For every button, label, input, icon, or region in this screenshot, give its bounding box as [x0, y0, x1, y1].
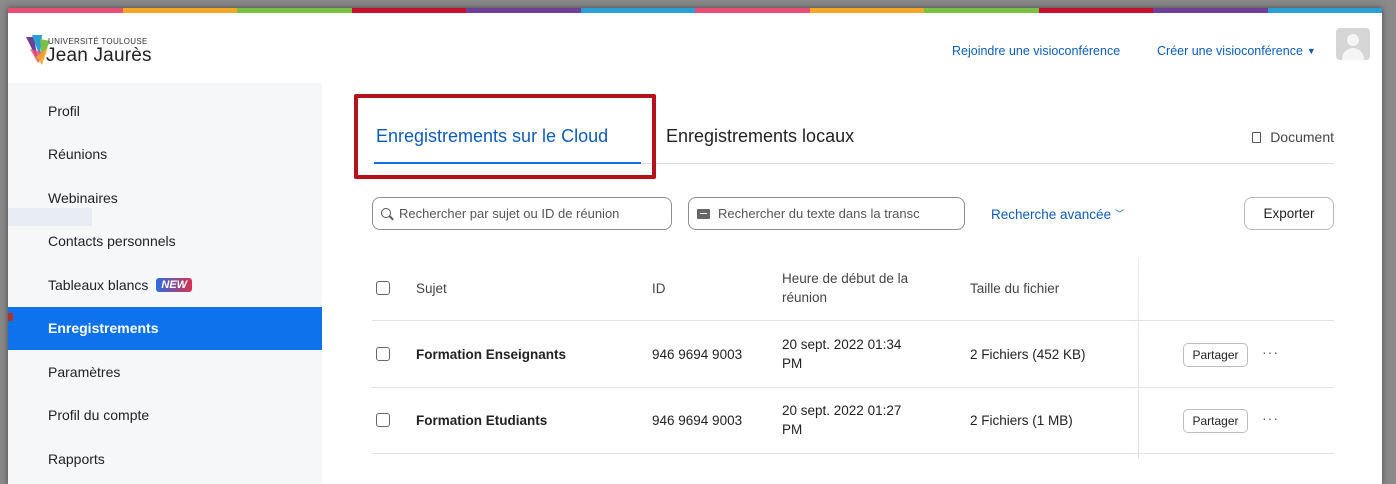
table-header-row: Sujet ID Heure de début de la réunion Ta…	[372, 256, 1334, 321]
document-icon	[1252, 131, 1262, 143]
header-subject[interactable]: Sujet	[416, 280, 447, 298]
sidebar-item-enregistrements[interactable]: Enregistrements	[8, 306, 322, 350]
start-time-line2: PM	[782, 422, 803, 437]
document-label: Document	[1270, 129, 1334, 145]
table-row: Formation Etudiants 946 9694 9003 20 sept.…	[372, 388, 1334, 454]
sidebar-item-label: Réunions	[48, 146, 108, 162]
app-window: UNIVERSITÉ TOULOUSE Jean Jaurès Rejoindr…	[8, 8, 1382, 484]
avatar-head	[1347, 34, 1359, 46]
search-placeholder: Rechercher par sujet ou ID de réunion	[399, 206, 620, 221]
meeting-id: 946 9694 9003	[652, 413, 743, 428]
row-checkbox[interactable]	[376, 413, 390, 427]
advanced-search-link[interactable]: Recherche avancée ﹀	[991, 207, 1124, 222]
header-start-line2: réunion	[782, 290, 828, 305]
start-time-line1: 20 sept. 2022 01:27	[782, 403, 902, 418]
sidebar-item-profil[interactable]: Profil	[8, 89, 322, 132]
sidebar-item-contacts-personnels[interactable]: Contacts personnels	[8, 220, 322, 263]
table-row: Formation Enseignants 946 9694 9003 20 sep…	[372, 322, 1334, 388]
search-icon	[381, 207, 393, 220]
recording-subject[interactable]: Formation Etudiants	[416, 412, 547, 430]
sidebar-item-parametres[interactable]: Paramètres	[8, 350, 322, 393]
sidebar-item-label: Contacts personnels	[48, 233, 176, 249]
start-time-line2: PM	[782, 356, 803, 371]
sidebar-item-label: Webinaires	[48, 189, 118, 206]
recording-subject[interactable]: Formation Enseignants	[416, 346, 566, 364]
university-logo[interactable]: UNIVERSITÉ TOULOUSE Jean Jaurès	[24, 27, 194, 71]
create-meeting-link[interactable]: Créer une visioconférence ▼	[1157, 44, 1316, 58]
user-avatar[interactable]	[1336, 28, 1370, 60]
header-id: ID	[652, 281, 666, 296]
sidebar: Profil Réunions Webinaires Contacts personn…	[8, 83, 322, 484]
sidebar-item-label: Paramètres	[48, 363, 121, 380]
more-options-icon[interactable]: ···	[1262, 410, 1279, 426]
caret-down-icon: ▼	[1306, 46, 1316, 56]
avatar-body	[1342, 48, 1364, 60]
chevron-down-icon: ﹀	[1115, 209, 1125, 219]
annotation-highlight-box	[354, 94, 656, 179]
file-size[interactable]: 2 Fichiers (1 MB)	[970, 412, 1073, 430]
transcript-search-input[interactable]: Rechercher du texte dans la transc	[688, 197, 965, 230]
file-size[interactable]: 2 Fichiers (452 KB)	[970, 346, 1086, 364]
header-start-line1[interactable]: Heure de début de la	[782, 270, 908, 288]
select-all-checkbox[interactable]	[376, 281, 390, 295]
sidebar-item-reunions[interactable]: Réunions	[8, 133, 322, 176]
transcript-search-placeholder: Rechercher du texte dans la transc	[718, 206, 920, 221]
search-input[interactable]: Rechercher par sujet ou ID de réunion	[372, 197, 672, 230]
more-options-icon[interactable]: ···	[1262, 344, 1279, 360]
transcript-icon	[697, 208, 710, 219]
start-time-line1: 20 sept. 2022 01:34	[782, 337, 902, 352]
share-button[interactable]: Partager	[1183, 343, 1248, 367]
annotation-arrow-tip	[8, 313, 13, 321]
header-size[interactable]: Taille du fichier	[970, 280, 1059, 298]
recordings-table: Sujet ID Heure de début de la réunion Ta…	[372, 256, 1334, 456]
share-button[interactable]: Partager	[1183, 409, 1248, 433]
sidebar-item-webinaires[interactable]: Webinaires	[8, 176, 322, 219]
advanced-search-label: Recherche avancée	[991, 207, 1112, 222]
sidebar-item-tableaux-blancs[interactable]: Tableaux blancs NEW	[8, 263, 322, 306]
sidebar-item-label: Enregistrements	[48, 320, 159, 336]
sidebar-item-profil-du-compte[interactable]: Profil du compte	[8, 394, 322, 437]
create-meeting-label: Créer une visioconférence	[1157, 44, 1303, 58]
sidebar-item-label: Rapports	[48, 450, 105, 467]
document-link[interactable]: Document	[1252, 129, 1334, 145]
join-meeting-link[interactable]: Rejoindre une visioconférence	[952, 44, 1120, 58]
logo-text-line2: Jean Jaurès	[46, 45, 152, 66]
tab-local-recordings[interactable]: Enregistrements locaux	[666, 126, 854, 147]
sidebar-item-label: Profil	[48, 102, 80, 119]
sidebar-item-label: Profil du compte	[48, 407, 150, 423]
meeting-id: 946 9694 9003	[652, 347, 743, 362]
sidebar-item-label: Tableaux blancs	[48, 276, 149, 293]
row-checkbox[interactable]	[376, 347, 390, 361]
sticky-column-divider	[1138, 258, 1139, 458]
export-button[interactable]: Exporter	[1244, 197, 1334, 230]
top-header: UNIVERSITÉ TOULOUSE Jean Jaurès Rejoindr…	[8, 13, 1382, 83]
new-badge: NEW	[156, 277, 193, 292]
sidebar-item-rapports[interactable]: Rapports	[8, 437, 322, 480]
